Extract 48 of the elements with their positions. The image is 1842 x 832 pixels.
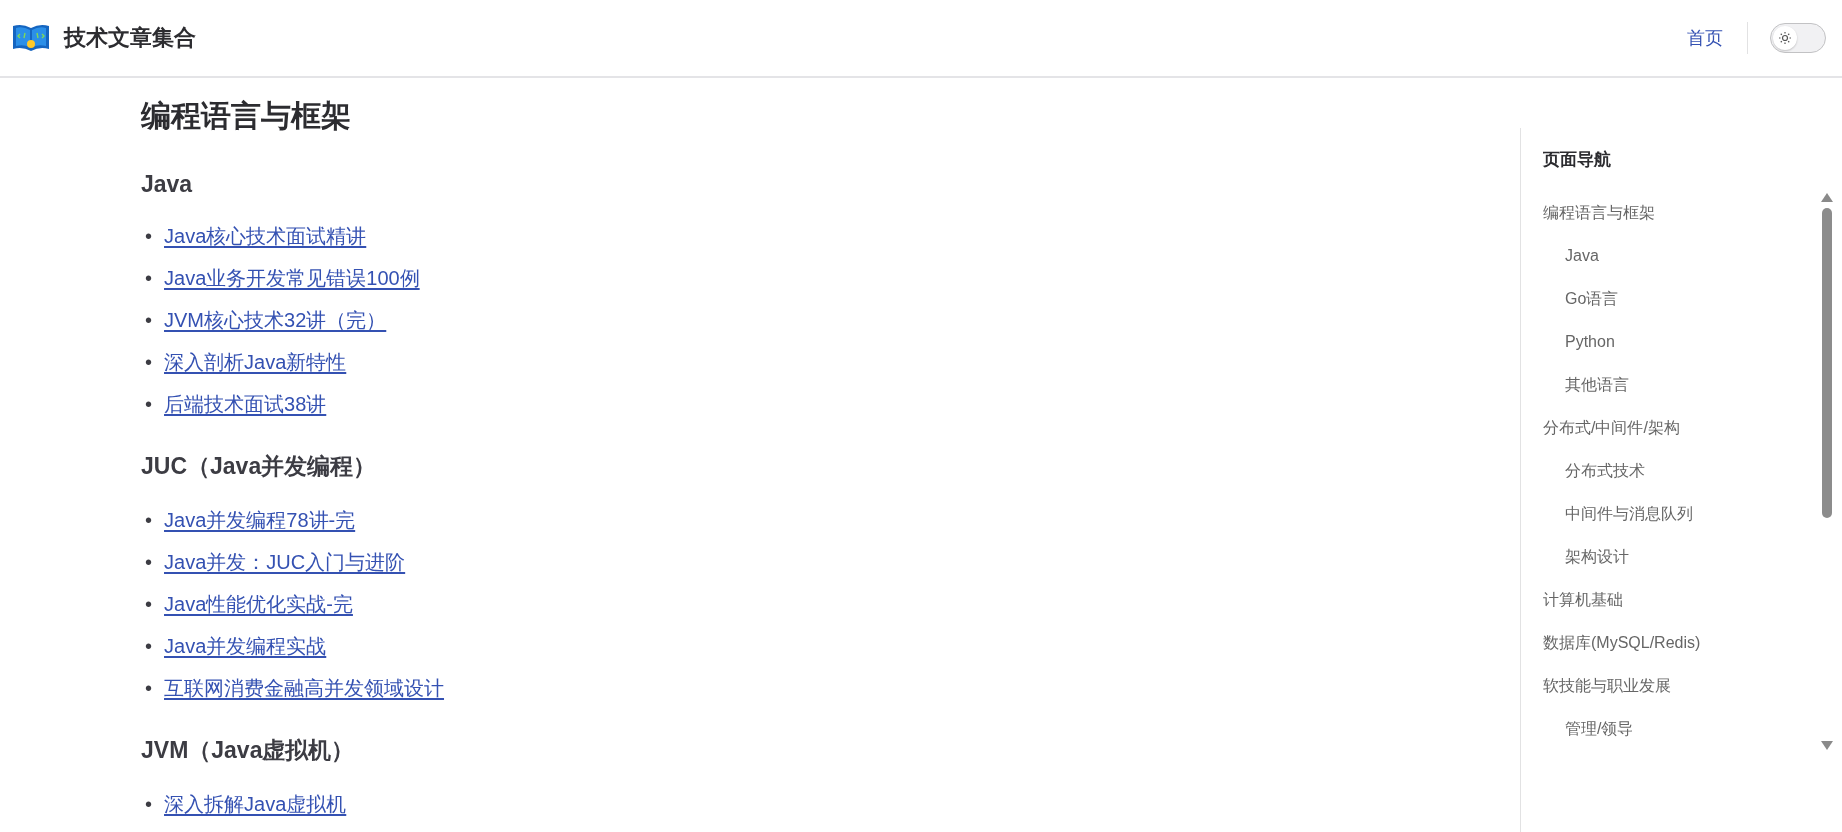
outline-link[interactable]: 编程语言与框架 — [1543, 191, 1812, 234]
bullet: • — [145, 224, 152, 249]
article-link[interactable]: Java业务开发常见错误100例 — [164, 257, 420, 299]
outline-link[interactable]: 管理/领导 — [1543, 707, 1812, 750]
section-heading: Java — [141, 171, 194, 198]
bullet: • — [145, 350, 152, 375]
page-title: 编程语言与框架 — [141, 98, 352, 134]
article-link[interactable]: Java并发编程实战 — [164, 625, 327, 667]
outline-link[interactable]: 计算机基础 — [1543, 578, 1812, 621]
article-link[interactable]: 深入剖析Java新特性 — [164, 341, 347, 383]
outline-link[interactable]: 数据库(MySQL/Redis) — [1543, 621, 1812, 664]
bullet: • — [145, 792, 152, 817]
outline-link[interactable]: 架构设计 — [1543, 535, 1812, 578]
article-link[interactable]: Java并发：JUC入门与进阶 — [164, 541, 406, 583]
outline-link[interactable]: 分布式/中间件/架构 — [1543, 406, 1812, 449]
article-link[interactable]: JVM核心技术32讲（完） — [164, 299, 387, 341]
bullet: • — [145, 508, 152, 533]
outline-link[interactable]: 其他语言 — [1543, 363, 1812, 406]
bullet: • — [145, 266, 152, 291]
book-icon — [12, 23, 50, 53]
section-heading: JUC（Java并发编程） — [141, 452, 378, 481]
nav-link[interactable]: 首页 — [1663, 26, 1747, 50]
outline-link[interactable]: 分布式技术 — [1543, 449, 1812, 492]
bullet: • — [145, 634, 152, 659]
outline-link[interactable]: Java — [1543, 234, 1812, 277]
scrollbar-thumb[interactable] — [1822, 208, 1832, 518]
sun-icon — [1778, 31, 1792, 45]
outline-link[interactable]: Python — [1543, 320, 1812, 363]
bullet: • — [145, 676, 152, 701]
outline-link[interactable]: Go语言 — [1543, 277, 1812, 320]
outline-link[interactable]: 软技能与职业发展 — [1543, 664, 1812, 707]
article-link[interactable]: Java并发编程78讲-完 — [164, 499, 356, 541]
scroll-up-icon[interactable] — [1821, 193, 1833, 202]
bullet: • — [145, 592, 152, 617]
bullet: • — [145, 392, 152, 417]
scroll-down-icon[interactable] — [1821, 741, 1833, 750]
theme-switch[interactable] — [1770, 23, 1826, 53]
bullet: • — [145, 550, 152, 575]
article-link[interactable]: 互联网消费金融高并发领域设计 — [164, 667, 444, 709]
article-link[interactable]: 深入拆解Java虚拟机 — [164, 783, 347, 825]
outline-link[interactable]: 中间件与消息队列 — [1543, 492, 1812, 535]
site-title: 技术文章集合 — [64, 24, 196, 52]
outline-title: 页面导航 — [1543, 149, 1612, 171]
section-heading: JVM（Java虚拟机） — [141, 736, 356, 765]
article-link[interactable]: Java核心技术面试精讲 — [164, 215, 367, 257]
article-link[interactable]: Java性能优化实战-完 — [164, 583, 353, 625]
article-link[interactable]: 后端技术面试38讲 — [164, 383, 327, 425]
bullet: • — [145, 308, 152, 333]
